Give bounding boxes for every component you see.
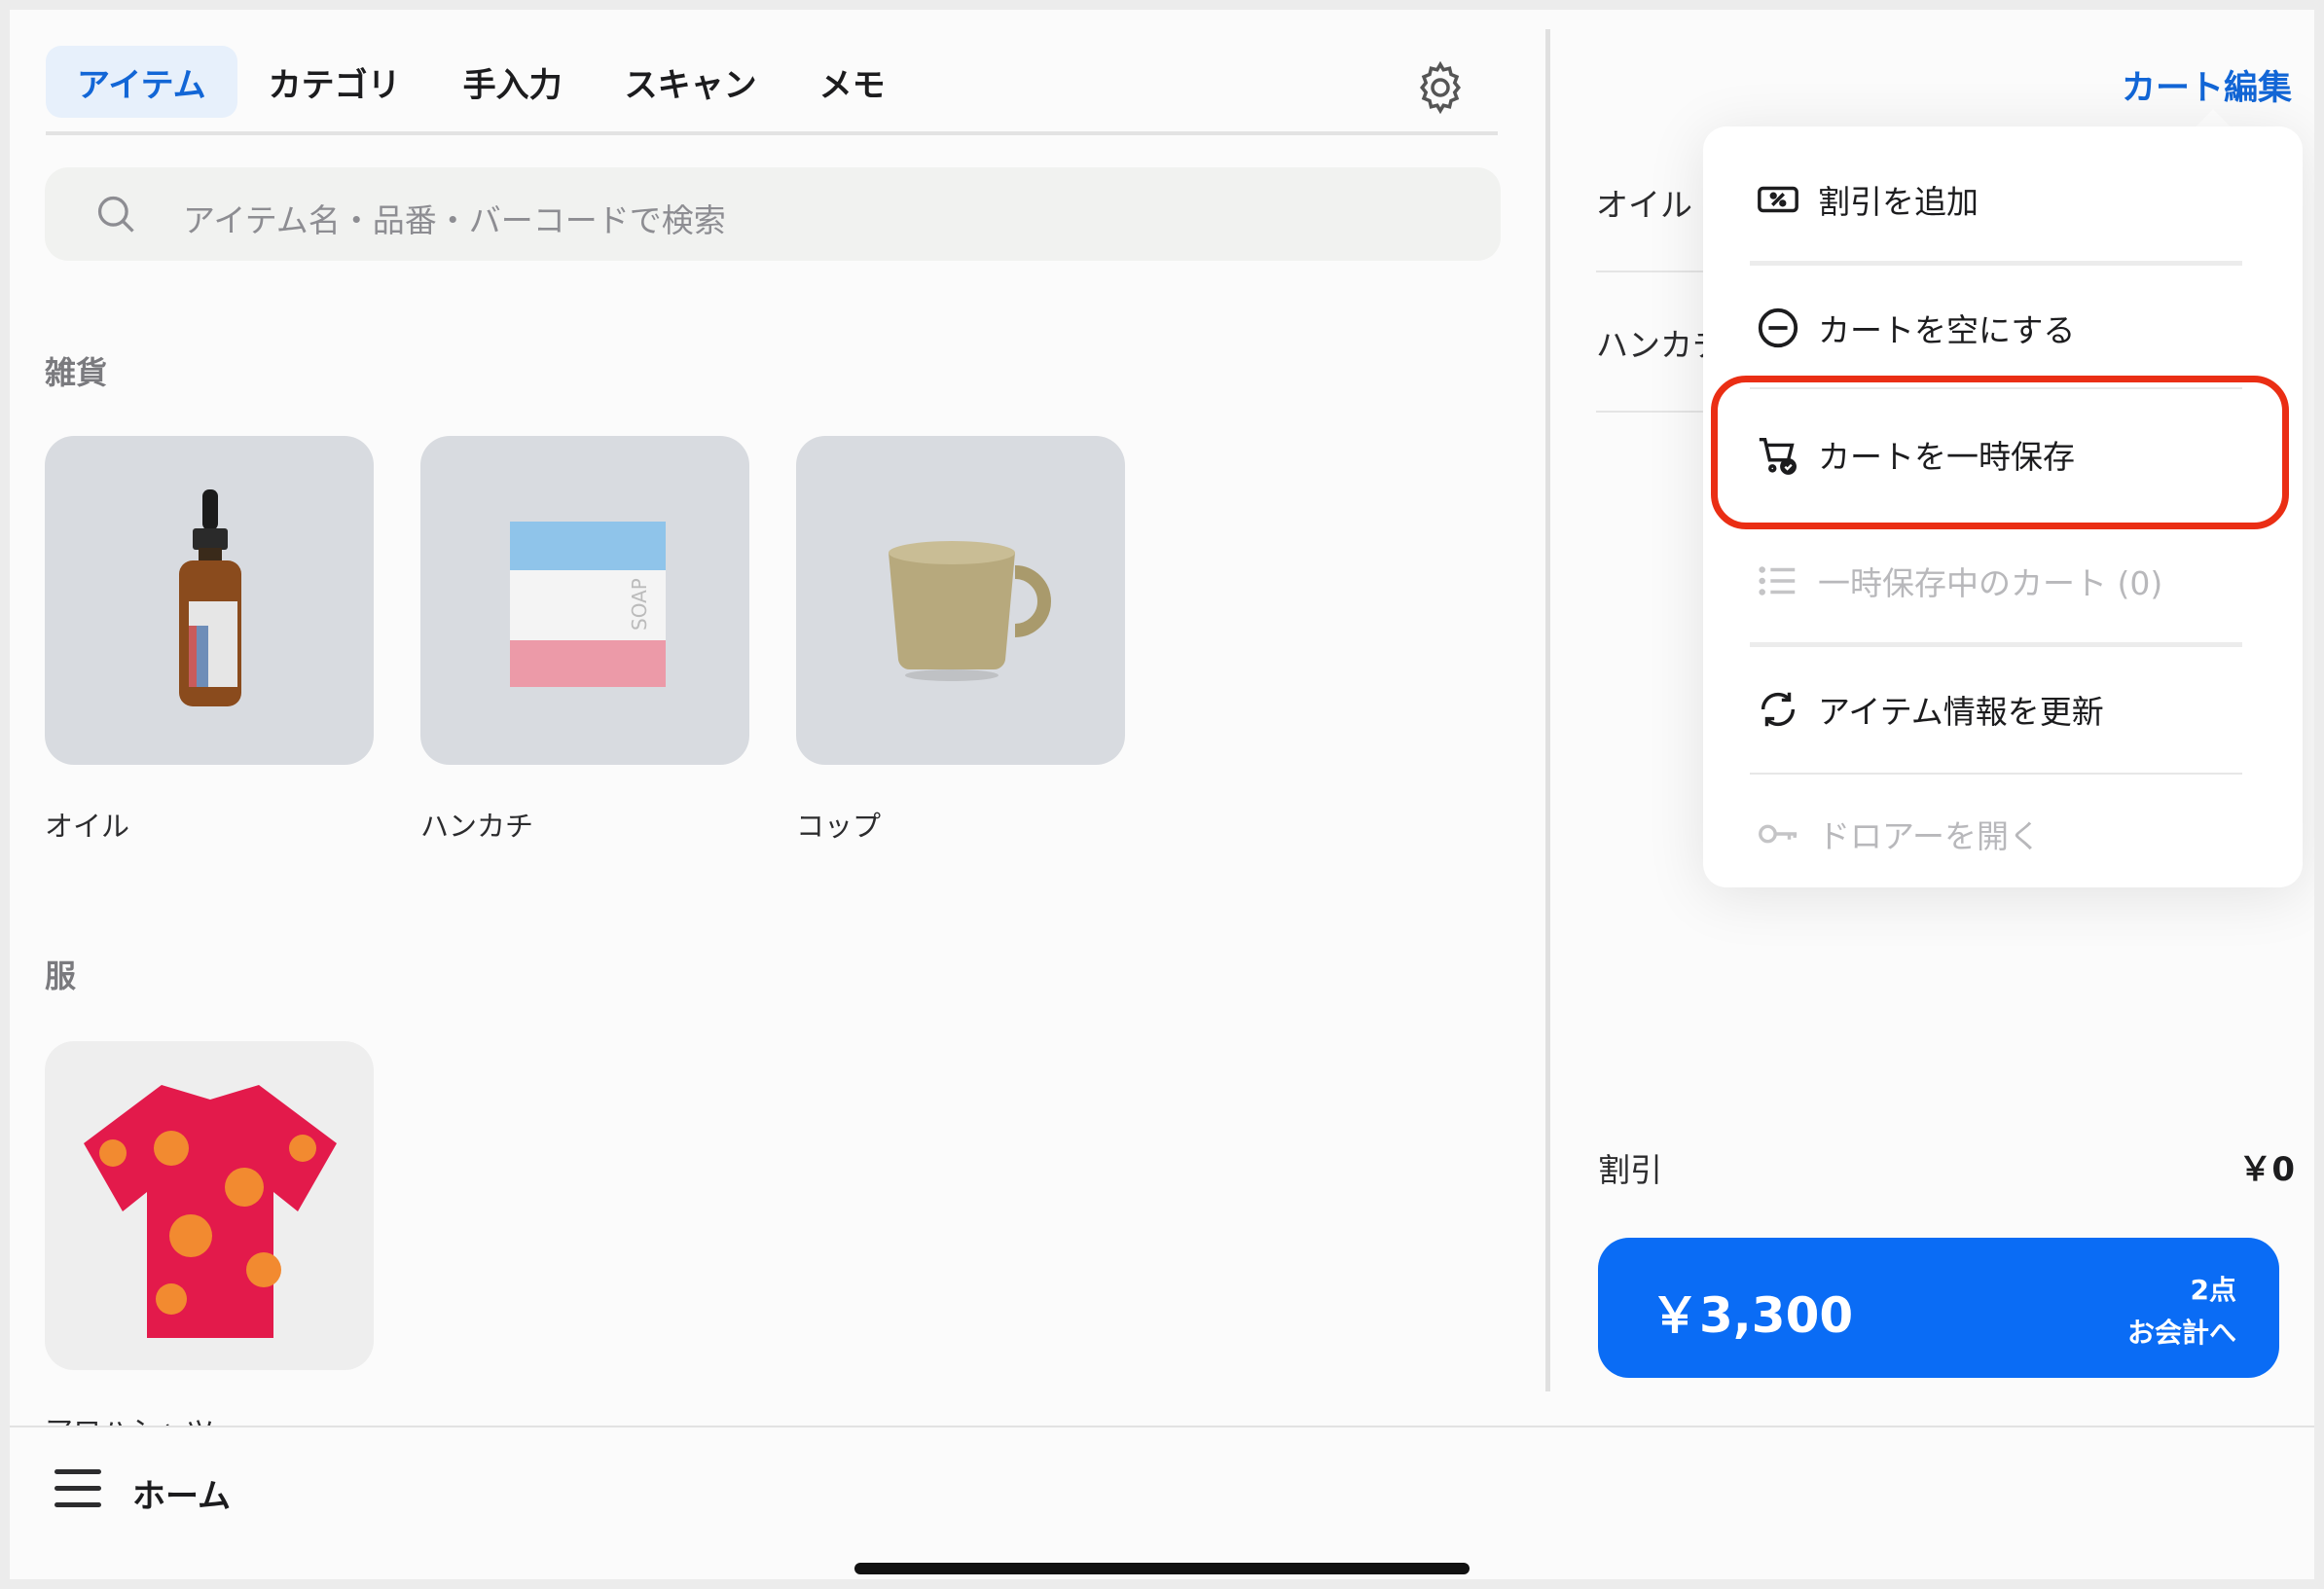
item-card-cup[interactable] [796, 436, 1125, 765]
menu-item-add-discount[interactable]: 割引を追加 [1703, 146, 2303, 253]
cart-line-divider [1596, 411, 1703, 413]
tab-manual-input[interactable]: 手入力 [432, 46, 594, 118]
oil-bottle-image [179, 489, 241, 706]
item-card-handkerchief[interactable]: SOAP [420, 436, 749, 765]
gear-icon[interactable] [1411, 58, 1470, 117]
menu-item-open-drawer[interactable]: ドロアーを開く [1703, 780, 2303, 887]
cart-line-oil[interactable]: オイル [1596, 179, 1692, 226]
aloha-shirt-image [84, 1085, 337, 1338]
menu-item-refresh-items[interactable]: アイテム情報を更新 [1703, 656, 2303, 763]
search-field[interactable]: アイテム名・品番・バーコードで検索 [45, 167, 1501, 261]
discount-value: ￥0 [2238, 1150, 2295, 1189]
menu-divider [1750, 773, 2242, 775]
pane-divider [1545, 29, 1550, 1391]
checkout-total: ￥3,300 [1651, 1287, 1854, 1344]
item-label-cup: コップ [796, 810, 882, 843]
item-card-aloha-shirt[interactable] [45, 1041, 374, 1370]
menu-label: カートを空にする [1818, 311, 2076, 349]
bottom-bar [10, 1427, 2314, 1579]
svg-text:SOAP: SOAP [628, 578, 651, 631]
menu-divider [1750, 261, 2242, 266]
menu-item-saved-carts[interactable]: 一時保存中のカート (0) [1703, 527, 2303, 634]
pos-screen: アイテム カテゴリ 手入力 スキャン メモ アイテム名・品番・バーコードで検索 … [10, 10, 2314, 1579]
cart-line-handkerchief[interactable]: ハンカチ [1596, 319, 1703, 366]
section-title-clothes: 服 [45, 957, 77, 994]
menu-label: アイテム情報を更新 [1818, 693, 2104, 731]
key-icon [1759, 824, 1797, 844]
search-input[interactable]: アイテム名・品番・バーコードで検索 [183, 195, 726, 241]
tab-items[interactable]: アイテム [46, 46, 237, 118]
item-label-oil: オイル [45, 810, 130, 843]
cart-line-divider [1596, 271, 1703, 272]
minus-circle-icon [1758, 307, 1798, 348]
tab-bar: アイテム カテゴリ 手入力 スキャン メモ [46, 46, 917, 118]
checkout-item-count: 2点 [2190, 1274, 2236, 1306]
discount-ticket-icon [1758, 186, 1798, 213]
tab-memo[interactable]: メモ [788, 46, 917, 118]
cart-edit-button[interactable]: カート編集 [2122, 60, 2292, 110]
soap-towel-image: SOAP [510, 522, 666, 687]
home-indicator [854, 1563, 1470, 1574]
section-title-goods: 雑貨 [45, 354, 108, 391]
cup-image [889, 541, 1051, 681]
discount-label: 割引 [1598, 1151, 1662, 1189]
home-label: ホーム [132, 1477, 231, 1516]
search-icon [97, 196, 134, 233]
highlight-frame [1711, 376, 2289, 529]
tab-categories[interactable]: カテゴリ [237, 46, 432, 118]
menu-label: 一時保存中のカート (0) [1818, 564, 2163, 602]
hamburger-icon[interactable] [54, 1469, 101, 1508]
item-label-handkerchief: ハンカチ [420, 810, 534, 843]
item-card-oil[interactable] [45, 436, 374, 765]
menu-label: 割引を追加 [1818, 183, 1979, 221]
tab-underline [46, 131, 1498, 135]
menu-label: ドロアーを開く [1818, 817, 2042, 855]
checkout-button[interactable]: ￥3,300 2点 お会計へ [1598, 1238, 2279, 1378]
checkout-label: お会計へ [2126, 1317, 2236, 1349]
menu-item-empty-cart[interactable]: カートを空にする [1703, 274, 2303, 381]
item-label-aloha-shirt: アロハシャツ [45, 1409, 214, 1426]
menu-divider [1750, 642, 2242, 647]
refresh-icon [1761, 692, 1796, 727]
list-icon [1759, 566, 1796, 596]
tab-scan[interactable]: スキャン [594, 46, 788, 118]
